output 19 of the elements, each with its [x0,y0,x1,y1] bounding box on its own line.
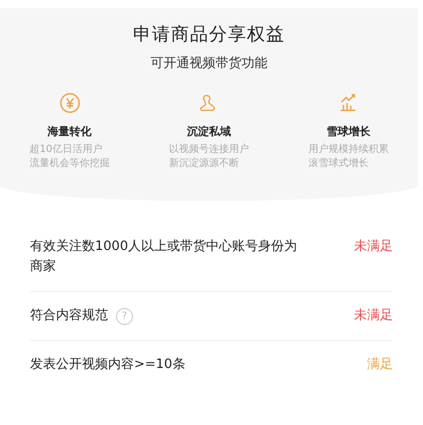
benefit-title: 海量转化 [48,124,92,139]
benefit-title: 雪球增长 [326,124,370,139]
requirement-text: 符合内容规范 [30,307,108,326]
requirement-text: 发表公开视频内容>=10条 [30,356,186,374]
requirement-status: 未满足 [354,238,393,255]
page-title: 申请商品分享权益 [132,23,286,46]
requirement-text: 有效关注数1000人以上或带货中心账号身份为商家 [30,238,298,276]
benefit-description: 超10亿日活用户 [30,143,104,157]
page-subtitle: 可开通视频带货功能 [150,55,268,72]
benefit-description: 新沉淀源源不断 [168,157,240,171]
yuan-coin-icon [58,92,81,114]
benefit-description: 以视频号连接用户 [168,143,249,157]
requirement-status: 满足 [367,356,393,374]
requirement-status: 未满足 [354,307,393,324]
benefit-description: 用户规模持续积累 [308,143,388,157]
help-icon[interactable]: ? [116,308,133,325]
benefit-description: 流量机会等你挖掘 [30,157,110,171]
benefit-title: 沉淀私域 [186,124,231,139]
benefit-description: 滚雪球式增长 [308,157,370,171]
